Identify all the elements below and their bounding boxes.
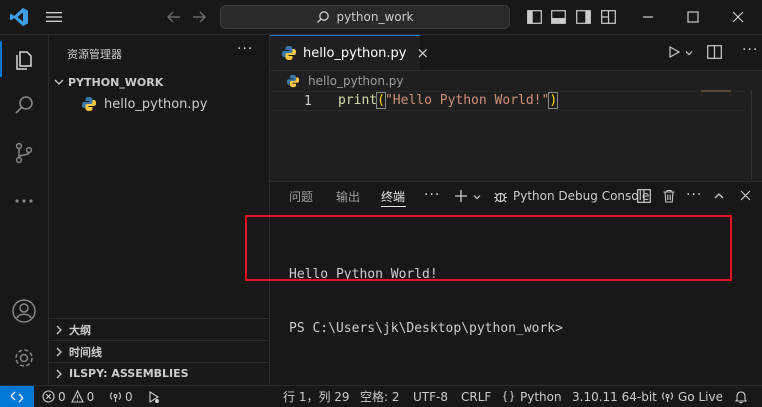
error-icon xyxy=(42,390,55,403)
broadcast-icon xyxy=(109,390,122,403)
close-icon[interactable]: × xyxy=(416,44,429,62)
braces-icon xyxy=(502,390,515,403)
section-timeline[interactable]: 时间线 xyxy=(49,340,269,362)
language-mode[interactable]: Python xyxy=(502,386,562,407)
search-view-icon[interactable] xyxy=(0,85,48,125)
status-bar: 0 0 0 行 1，列 29 空格: 2 UTF-8 CRLF Python 3… xyxy=(0,385,762,407)
highlight-box xyxy=(245,215,732,281)
toggle-secondary-sidebar-icon[interactable] xyxy=(576,10,591,28)
run-icon[interactable] xyxy=(667,45,681,63)
warning-count: 0 xyxy=(86,389,95,404)
warning-icon xyxy=(70,390,84,403)
terminal-line: PS C:\Users\jk\Desktop\python_work> xyxy=(289,321,563,336)
code-paren-close: ) xyxy=(548,92,559,109)
error-count: 0 xyxy=(58,389,66,404)
section-ilspy[interactable]: ILSPY: ASSEMBLIES xyxy=(49,362,269,384)
account-icon[interactable] xyxy=(0,291,48,331)
section-label: 大纲 xyxy=(69,323,91,337)
bottom-panel: 问题 输出 终端 ··· Python Debug Console ··· He… xyxy=(270,181,762,386)
go-live-button[interactable]: Go Live xyxy=(661,386,723,407)
terminal-name: Python Debug Console xyxy=(513,189,650,203)
search-icon xyxy=(316,10,330,24)
editor-tab[interactable]: hello_python.py × xyxy=(270,35,429,70)
debug-launch-icon[interactable] xyxy=(147,386,161,407)
run-dropdown-icon[interactable] xyxy=(684,47,694,62)
explorer-sidebar: 资源管理器 ··· PYTHON_WORK hello_python.py 大纲… xyxy=(49,35,270,385)
toggle-sidebar-icon[interactable] xyxy=(527,10,542,28)
breadcrumb[interactable]: hello_python.py xyxy=(286,73,404,89)
python-interpreter[interactable]: 3.10.11 64-bit xyxy=(572,386,657,407)
encoding[interactable]: UTF-8 xyxy=(413,386,448,407)
file-item[interactable]: hello_python.py xyxy=(49,93,269,115)
code-paren-open: ( xyxy=(376,92,386,109)
broadcast-icon xyxy=(661,390,674,403)
section-label: ILSPY: ASSEMBLIES xyxy=(69,367,189,380)
sidebar-title: 资源管理器 xyxy=(67,48,122,61)
trash-icon[interactable] xyxy=(662,189,676,207)
python-file-icon xyxy=(281,45,297,61)
search-text: python_work xyxy=(336,10,414,24)
debug-icon xyxy=(493,189,508,204)
file-name: hello_python.py xyxy=(104,96,208,112)
folder-name: PYTHON_WORK xyxy=(68,75,164,89)
folder-header[interactable]: PYTHON_WORK xyxy=(49,71,269,93)
bell-icon[interactable] xyxy=(734,386,748,407)
code-line[interactable]: print("Hello Python World!") xyxy=(338,92,559,109)
ports-count: 0 xyxy=(125,389,133,404)
problems-status[interactable]: 0 0 xyxy=(42,386,94,407)
tab-label: hello_python.py xyxy=(303,45,407,61)
indentation[interactable]: 空格: 2 xyxy=(360,386,400,407)
forward-arrow-icon[interactable] xyxy=(191,9,207,29)
editor-scrollbar[interactable] xyxy=(751,90,752,180)
terminal-more-icon[interactable]: ··· xyxy=(686,187,702,203)
maximize-icon[interactable] xyxy=(713,190,725,206)
editor-more-icon[interactable]: ··· xyxy=(742,42,758,58)
active-tab-underline xyxy=(381,206,406,207)
panel-more-icon[interactable]: ··· xyxy=(424,187,440,203)
vscode-logo-icon xyxy=(9,7,29,31)
sidebar-more-icon[interactable]: ··· xyxy=(237,41,253,57)
end-of-line[interactable]: CRLF xyxy=(461,386,491,407)
source-control-icon[interactable] xyxy=(0,133,48,173)
close-icon[interactable] xyxy=(739,189,752,206)
language-label: Python xyxy=(520,389,562,404)
add-terminal-icon[interactable] xyxy=(454,189,468,207)
python-file-icon xyxy=(81,96,97,112)
chevron-right-icon xyxy=(53,368,65,380)
split-editor-icon[interactable] xyxy=(707,45,722,63)
minimap[interactable] xyxy=(701,90,731,92)
line-number: 1 xyxy=(304,94,312,109)
remote-icon[interactable] xyxy=(0,386,34,407)
tab-output[interactable]: 输出 xyxy=(336,182,360,210)
terminal-instance[interactable]: Python Debug Console xyxy=(493,188,649,204)
title-bar: python_work xyxy=(0,0,762,35)
chevron-right-icon xyxy=(53,324,65,336)
python-file-icon xyxy=(286,74,300,88)
explorer-icon[interactable] xyxy=(0,39,48,79)
settings-icon[interactable] xyxy=(0,338,48,378)
close-window-icon[interactable] xyxy=(731,10,745,28)
back-arrow-icon[interactable] xyxy=(166,9,182,29)
command-center-search[interactable]: python_work xyxy=(220,5,510,29)
breadcrumb-file: hello_python.py xyxy=(308,74,404,88)
chevron-down-icon xyxy=(52,75,66,89)
menu-icon[interactable] xyxy=(46,10,62,28)
cursor-position[interactable]: 行 1，列 29 xyxy=(283,386,350,407)
code-string: "Hello Python World!" xyxy=(384,93,550,108)
go-live-label: Go Live xyxy=(678,389,723,404)
tab-problems[interactable]: 问题 xyxy=(289,182,313,210)
toggle-panel-icon[interactable] xyxy=(551,10,566,28)
code-function: print xyxy=(338,93,378,108)
chevron-right-icon xyxy=(53,346,65,358)
maximize-window-icon[interactable] xyxy=(686,10,700,28)
more-icon[interactable] xyxy=(0,181,48,221)
ports-status[interactable]: 0 xyxy=(109,386,133,407)
section-label: 时间线 xyxy=(69,345,102,359)
layout-icon[interactable] xyxy=(601,10,616,28)
minimize-icon[interactable] xyxy=(641,10,655,28)
section-outline[interactable]: 大纲 xyxy=(49,318,269,340)
terminal-dropdown-icon[interactable] xyxy=(472,191,482,206)
split-terminal-icon[interactable] xyxy=(637,189,651,207)
activity-bar xyxy=(0,35,49,385)
